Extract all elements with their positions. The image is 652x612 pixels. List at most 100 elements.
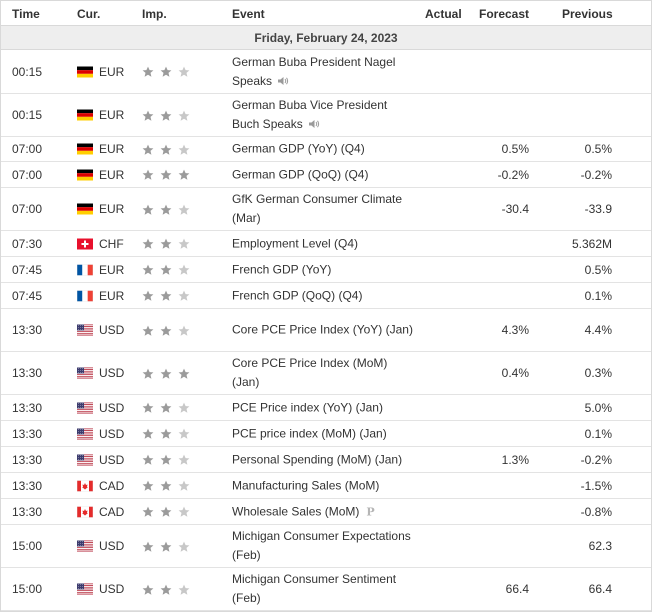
currency-code: USD	[99, 582, 125, 596]
star-filled-icon	[142, 325, 154, 336]
event-time: 13:30	[12, 452, 43, 467]
header-event[interactable]: Event	[232, 7, 265, 21]
header-importance[interactable]: Imp.	[142, 7, 167, 21]
table-row[interactable]: 07:30 CHF Employment Level (Q4) 5.362M	[1, 231, 651, 257]
star-filled-icon	[142, 454, 154, 466]
event-name[interactable]: Core PCE Price Index (MoM) (Jan)	[232, 354, 417, 392]
event-name[interactable]: Employment Level (Q4)	[232, 234, 417, 253]
flag-us-icon	[77, 367, 93, 379]
star-empty-icon	[178, 290, 190, 302]
star-filled-icon	[160, 428, 172, 440]
event-name[interactable]: PCE Price index (YoY) (Jan)	[232, 398, 417, 417]
event-name[interactable]: Michigan Consumer Sentiment (Feb)	[232, 570, 417, 608]
star-filled-icon	[160, 480, 172, 492]
currency-code: EUR	[99, 288, 125, 303]
event-title[interactable]: Personal Spending (MoM) (Jan)	[232, 452, 402, 466]
table-row[interactable]: 07:00 EUR German GDP (YoY) (Q4) 0.5% 0.5%	[1, 137, 651, 162]
importance-stars	[142, 142, 196, 156]
event-time: 13:30	[12, 478, 43, 493]
table-row[interactable]: 13:30 USD PCE Price index (YoY) (Jan) 5.0%	[1, 395, 651, 421]
importance-stars	[142, 108, 196, 122]
previous-value: -33.9	[584, 202, 612, 216]
flag-de-icon	[77, 143, 93, 155]
flag-ch-icon	[77, 238, 93, 249]
table-row[interactable]: 07:45 EUR French GDP (QoQ) (Q4) 0.1%	[1, 283, 651, 309]
importance-stars	[142, 366, 196, 380]
previous-value: 0.1%	[584, 426, 612, 441]
event-title[interactable]: Core PCE Price Index (YoY) (Jan)	[232, 323, 413, 337]
event-title[interactable]: PCE Price index (YoY) (Jan)	[232, 400, 383, 414]
event-name[interactable]: PCE price index (MoM) (Jan)	[232, 424, 417, 443]
event-title[interactable]: GfK German Consumer Climate (Mar)	[232, 192, 402, 225]
event-title[interactable]: French GDP (QoQ) (Q4)	[232, 288, 362, 302]
event-name[interactable]: Personal Spending (MoM) (Jan)	[232, 450, 417, 469]
event-title[interactable]: Manufacturing Sales (MoM)	[232, 478, 379, 492]
currency-code: EUR	[99, 262, 125, 277]
currency-code: EUR	[99, 167, 125, 182]
header-currency[interactable]: Cur.	[77, 7, 100, 21]
table-row[interactable]: 07:00 EUR German GDP (QoQ) (Q4) -0.2% -0.2%	[1, 162, 651, 188]
table-row[interactable]: 13:30 USD Core PCE Price Index (MoM) (Jan)…	[1, 352, 651, 395]
currency-code: USD	[99, 426, 125, 441]
star-empty-icon	[178, 325, 190, 336]
table-row[interactable]: 07:00 EUR GfK German Consumer Climate (Mar…	[1, 188, 651, 231]
flag-us-icon	[77, 428, 93, 439]
star-filled-icon	[160, 144, 172, 155]
event-name[interactable]: French GDP (QoQ) (Q4)	[232, 286, 417, 305]
table-row[interactable]: 15:00 USD Michigan Consumer Expectations (…	[1, 525, 651, 568]
header-previous[interactable]: Previous	[562, 7, 613, 21]
table-row[interactable]: 13:30 USD Core PCE Price Index (YoY) (Jan)…	[1, 309, 651, 352]
event-title[interactable]: German GDP (QoQ) (Q4)	[232, 167, 368, 181]
event-title[interactable]: Michigan Consumer Expectations (Feb)	[232, 529, 411, 562]
importance-stars	[142, 323, 196, 337]
event-time: 00:15	[12, 64, 43, 79]
event-name[interactable]: Michigan Consumer Expectations (Feb)	[232, 527, 417, 565]
event-title[interactable]: German GDP (YoY) (Q4)	[232, 142, 365, 156]
event-name[interactable]: German Buba President Nagel Speaks	[232, 53, 417, 91]
event-name[interactable]: German GDP (QoQ) (Q4)	[232, 165, 417, 184]
table-row[interactable]: 15:00 USD Michigan Consumer Sentiment (Feb…	[1, 568, 651, 611]
forecast-value: 0.5%	[501, 142, 529, 156]
header-actual[interactable]: Actual	[425, 7, 462, 21]
event-time: 15:00	[12, 539, 43, 553]
event-name[interactable]: GfK German Consumer Climate (Mar)	[232, 190, 417, 228]
table-row[interactable]: 00:15 EUR German Buba President Nagel Spea…	[1, 50, 651, 94]
event-title[interactable]: Wholesale Sales (MoM)	[232, 504, 359, 518]
header-time[interactable]: Time	[12, 7, 40, 21]
previous-value: -1.5%	[580, 478, 612, 493]
currency-code: USD	[99, 452, 125, 467]
star-filled-icon	[160, 169, 172, 181]
previous-value: -0.8%	[580, 504, 612, 519]
star-filled-icon	[142, 290, 154, 302]
event-name[interactable]: French GDP (YoY)	[232, 260, 417, 279]
event-title[interactable]: Employment Level (Q4)	[232, 236, 358, 250]
table-row[interactable]: 13:30 USD PCE price index (MoM) (Jan) 0.1%	[1, 421, 651, 447]
event-name[interactable]: Manufacturing Sales (MoM)	[232, 476, 417, 495]
star-filled-icon	[142, 480, 154, 492]
event-title[interactable]: Michigan Consumer Sentiment (Feb)	[232, 572, 396, 605]
star-filled-icon	[178, 368, 190, 379]
forecast-value: 66.4	[505, 582, 529, 596]
event-title[interactable]: PCE price index (MoM) (Jan)	[232, 426, 387, 440]
table-row[interactable]: 13:30 USD Personal Spending (MoM) (Jan) 1.3…	[1, 447, 651, 473]
importance-stars	[142, 237, 196, 251]
event-title[interactable]: German Buba President Nagel Speaks	[232, 55, 395, 88]
table-row[interactable]: 00:15 EUR German Buba Vice President Buch …	[1, 94, 651, 137]
forecast-value: 0.4%	[501, 366, 529, 380]
table-row[interactable]: 07:45 EUR French GDP (YoY) 0.5%	[1, 257, 651, 283]
event-name[interactable]: Wholesale Sales (MoM) P	[232, 502, 417, 521]
event-name[interactable]: German GDP (YoY) (Q4)	[232, 140, 417, 159]
event-time: 07:00	[12, 167, 43, 182]
table-row[interactable]: 13:30 CAD Manufacturing Sales (MoM) -1.5%	[1, 473, 651, 499]
previous-value: 66.4	[588, 582, 612, 596]
event-title[interactable]: Core PCE Price Index (MoM) (Jan)	[232, 356, 387, 389]
event-title[interactable]: French GDP (YoY)	[232, 262, 331, 276]
header-forecast[interactable]: Forecast	[479, 7, 529, 21]
event-name[interactable]: Core PCE Price Index (YoY) (Jan)	[232, 321, 417, 340]
event-name[interactable]: German Buba Vice President Buch Speaks	[232, 96, 417, 134]
flag-ca-icon	[77, 480, 93, 491]
star-empty-icon	[178, 110, 190, 121]
currency-code: CHF	[99, 236, 124, 251]
table-row[interactable]: 13:30 CAD Wholesale Sales (MoM) P -0.8%	[1, 499, 651, 525]
star-empty-icon	[178, 204, 190, 215]
